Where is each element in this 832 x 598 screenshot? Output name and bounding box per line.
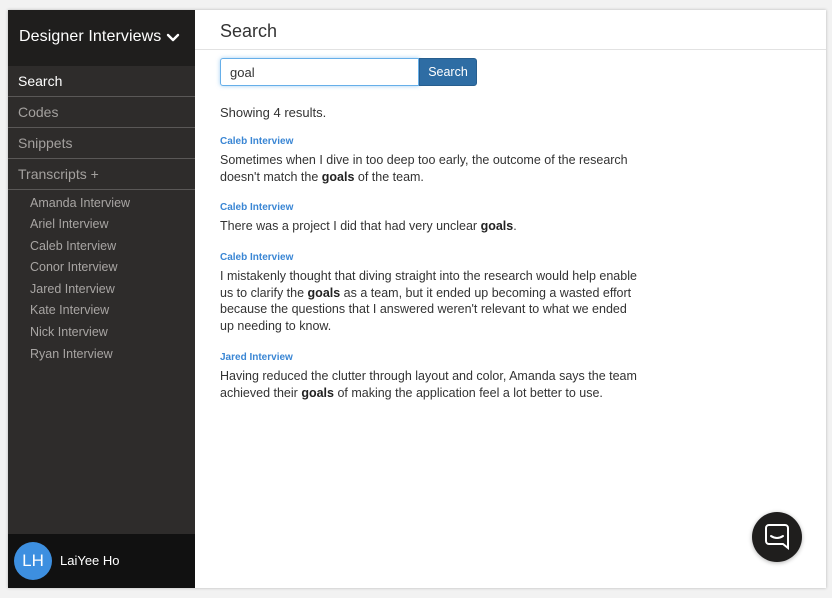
result-count: Showing 4 results. (220, 105, 327, 120)
project-title: Designer Interviews (19, 28, 162, 45)
result-source-link[interactable]: Caleb Interview (220, 202, 640, 214)
search-result: Caleb Interview I mistakenly thought tha… (220, 252, 640, 334)
snippet-text-after: of the team. (354, 169, 424, 184)
sidebar: Designer Interviews Search Codes Snippet… (8, 10, 195, 588)
nav-codes[interactable]: Codes (8, 97, 195, 128)
page-title: Search (220, 21, 278, 41)
nav-transcripts-label: Transcripts + (18, 166, 99, 182)
result-source-link[interactable]: Jared Interview (220, 352, 640, 364)
transcript-item-amanda[interactable]: Amanda Interview (30, 196, 130, 210)
result-source-link[interactable]: Caleb Interview (220, 136, 640, 148)
user-footer[interactable]: LH LaiYee Ho (8, 534, 195, 588)
nav-search-label: Search (18, 73, 63, 89)
transcript-item-kate[interactable]: Kate Interview (30, 303, 109, 317)
transcript-item-conor[interactable]: Conor Interview (30, 260, 118, 274)
result-source-link[interactable]: Caleb Interview (220, 252, 640, 264)
transcript-item-nick[interactable]: Nick Interview (30, 325, 108, 339)
search-result: Caleb Interview There was a project I di… (220, 202, 640, 235)
chat-launcher-button[interactable] (752, 512, 802, 562)
user-name: LaiYee Ho (60, 553, 120, 568)
search-result: Caleb Interview Sometimes when I dive in… (220, 136, 640, 185)
transcript-item-ariel[interactable]: Ariel Interview (30, 217, 109, 231)
header-divider (195, 49, 826, 50)
nav-snippets[interactable]: Snippets (8, 128, 195, 159)
snippet-match: goals (301, 385, 334, 400)
project-selector[interactable]: Designer Interviews (8, 10, 195, 66)
nav-search[interactable]: Search (8, 66, 195, 97)
nav-transcripts[interactable]: Transcripts + (8, 159, 195, 190)
snippet-text-before: There was a project I did that had very … (220, 219, 481, 233)
transcript-item-ryan[interactable]: Ryan Interview (30, 347, 113, 361)
nav-codes-label: Codes (18, 104, 59, 120)
chat-icon (765, 524, 789, 550)
snippet-match: goals (321, 169, 355, 184)
transcript-item-jared[interactable]: Jared Interview (30, 282, 115, 296)
app-window: Designer Interviews Search Codes Snippet… (8, 10, 826, 588)
result-snippet: I mistakenly thought that diving straigh… (220, 268, 640, 334)
nav-snippets-label: Snippets (18, 135, 73, 151)
search-result: Jared Interview Having reduced the clutt… (220, 352, 640, 401)
chevron-down-icon (166, 33, 180, 42)
snippet-match: goals (307, 285, 341, 300)
result-snippet: There was a project I did that had very … (220, 218, 640, 235)
snippet-text-after: of making the application feel a lot bet… (333, 385, 603, 400)
transcript-item-caleb[interactable]: Caleb Interview (30, 239, 116, 253)
snippet-text-after: . (513, 219, 517, 233)
result-snippet: Having reduced the clutter through layou… (220, 368, 640, 401)
result-snippet: Sometimes when I dive in too deep too ea… (220, 152, 640, 185)
snippet-match: goals (480, 219, 514, 233)
search-input[interactable] (220, 58, 419, 86)
main-content: Search Search Showing 4 results. Caleb I… (195, 10, 826, 588)
avatar: LH (14, 542, 52, 580)
search-button[interactable]: Search (419, 58, 477, 86)
